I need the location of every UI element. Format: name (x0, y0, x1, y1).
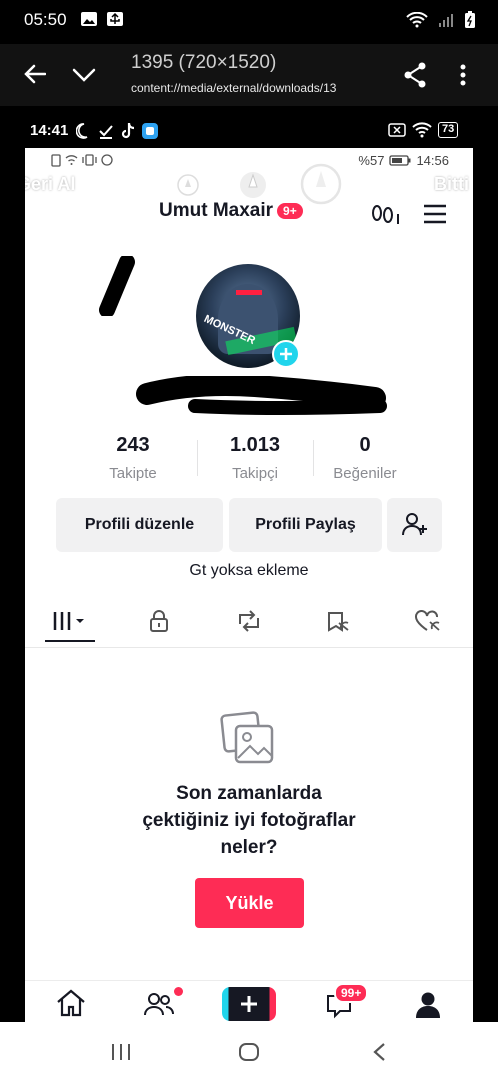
captured-system-icons: 73 (388, 122, 459, 138)
back-arrow-icon[interactable] (24, 64, 46, 84)
tiktok-icon (121, 122, 135, 139)
status-time: 05:50 (24, 10, 67, 29)
following-label: Takipte (109, 465, 157, 482)
file-title: 1395 (720×1520) (131, 52, 277, 73)
undo-button[interactable]: Geri Al (25, 174, 75, 195)
wifi-icon (412, 122, 432, 138)
friends-notification-dot (174, 987, 183, 996)
add-user-icon (401, 513, 427, 536)
app-icon (142, 123, 158, 139)
upload-button[interactable]: Yükle (195, 878, 304, 928)
plus-icon (280, 348, 292, 360)
followers-count: 1.013 (229, 434, 281, 456)
divider (197, 440, 198, 476)
profile-header: Umut Maxair 9+ (159, 200, 303, 222)
system-navigation-bar (0, 1022, 498, 1080)
scribble-mark (99, 256, 135, 316)
tab-videos[interactable] (44, 606, 95, 642)
image-icon (81, 12, 97, 26)
captured-status-time: 14:41 (30, 122, 69, 139)
heart-hidden-icon (415, 610, 440, 631)
usb-icon (107, 12, 123, 26)
moon-icon (76, 123, 88, 139)
following-count: 243 (116, 434, 150, 456)
create-button[interactable] (222, 987, 276, 1021)
grid-icon (53, 612, 84, 630)
marker-tool-icon[interactable] (238, 170, 268, 200)
stat-likes[interactable]: 0 Beğeniler (315, 434, 415, 482)
mute-icon (388, 123, 406, 137)
battery-indicator: 73 (438, 122, 459, 138)
tab-saved[interactable] (314, 606, 364, 636)
lock-icon (150, 610, 169, 632)
system-status-bar: 05:50 (0, 0, 498, 44)
tiktok-profile-screen: %57 14:56 Geri Al Bitti Umut Maxair 9+ M… (25, 148, 473, 1022)
download-check-icon (99, 125, 113, 139)
photo-placeholder-icon (220, 711, 274, 764)
followers-label: Takipçi (232, 465, 278, 482)
add-friends-button[interactable] (387, 498, 442, 552)
plus-icon (241, 996, 257, 1012)
tab-reposts[interactable] (224, 606, 274, 636)
stat-following[interactable]: 243 Takipte (83, 434, 183, 482)
viewer-toolbar: 1395 (720×1520) content://media/external… (0, 44, 498, 106)
tab-private[interactable] (134, 606, 184, 636)
pen-tool-icon[interactable] (177, 174, 199, 196)
redaction-scribble (136, 376, 387, 415)
wifi-icon (406, 12, 428, 28)
back-button-icon[interactable] (372, 1042, 386, 1062)
highlighter-tool-icon[interactable] (300, 163, 342, 205)
friends-icon[interactable] (143, 991, 175, 1017)
home-button-icon[interactable] (238, 1042, 260, 1062)
stat-followers[interactable]: 1.013 Takipçi (205, 434, 305, 482)
tiktok-status-time: 14:56 (416, 153, 449, 168)
status-notification-icons (80, 11, 124, 27)
status-system-icons (406, 11, 476, 29)
home-icon[interactable] (55, 989, 87, 1017)
empty-state-message: Son zamanlarda çektiğiniz iyi fotoğrafla… (142, 783, 356, 858)
more-options-icon[interactable] (460, 64, 466, 86)
hamburger-menu-icon[interactable] (423, 204, 447, 224)
footprint-icon[interactable] (371, 204, 403, 226)
active-tab-indicator (44, 640, 95, 642)
bio-text: Gt yoksa ekleme (189, 562, 309, 579)
divider (313, 440, 314, 476)
wifi-icon (65, 155, 78, 165)
profile-icon[interactable] (415, 991, 441, 1019)
vibrate-icon (82, 154, 97, 166)
sim-icon (51, 154, 61, 167)
inbox-badge: 99+ (334, 983, 369, 1003)
signal-icon (439, 14, 453, 27)
tiktok-status-icons (51, 154, 113, 167)
battery-percent: %57 (358, 153, 385, 168)
edit-profile-button[interactable]: Profili düzenle (56, 498, 223, 552)
likes-label: Beğeniler (333, 465, 397, 482)
chevron-down-icon[interactable] (72, 68, 96, 82)
battery-icon (389, 155, 411, 166)
share-icon[interactable] (403, 62, 427, 88)
repost-icon (238, 610, 259, 632)
likes-count: 0 (359, 434, 371, 456)
share-profile-button[interactable]: Profili Paylaş (229, 498, 382, 552)
content-tabs (25, 606, 473, 648)
tiktok-status-right: %57 14:56 (358, 153, 449, 168)
whatsapp-icon (101, 154, 113, 166)
captured-status-bar: 14:41 73 (0, 114, 498, 148)
tab-liked[interactable] (403, 606, 453, 636)
captured-notification-icons (76, 122, 158, 140)
account-notification-badge: 9+ (277, 203, 303, 219)
add-photo-button[interactable] (272, 340, 300, 368)
bookmark-hidden-icon (327, 612, 349, 632)
file-path: content://media/external/downloads/13 (131, 81, 337, 95)
battery-charging-icon (465, 11, 475, 28)
username-title[interactable]: Umut Maxair (159, 200, 273, 222)
done-button[interactable]: Bitti (434, 174, 469, 195)
recent-apps-icon[interactable] (110, 1043, 132, 1061)
bottom-navigation: 99+ (25, 980, 473, 1022)
